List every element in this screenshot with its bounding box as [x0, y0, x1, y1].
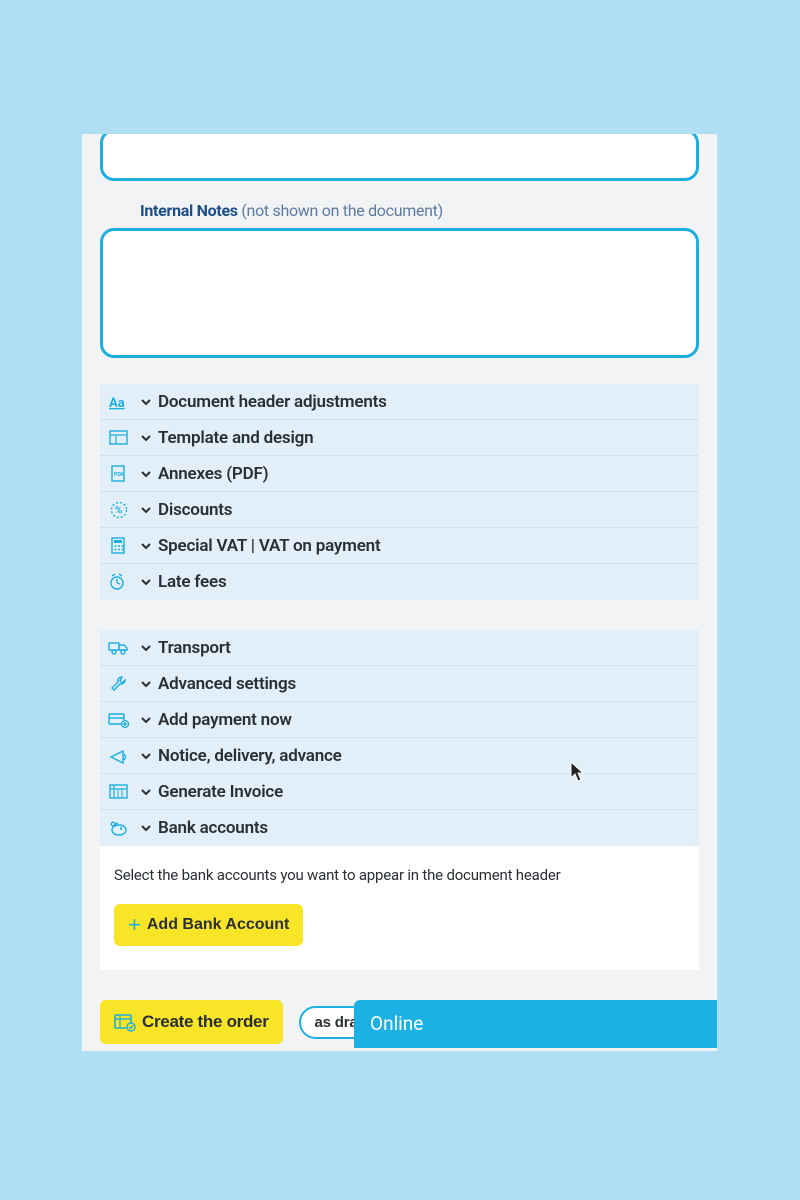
bank-accounts-hint: Select the bank accounts you want to app…: [114, 866, 685, 884]
chevron-down-icon: [134, 786, 158, 798]
chevron-down-icon: [134, 576, 158, 588]
create-order-label: Create the order: [142, 1012, 269, 1032]
order-icon: [114, 1012, 136, 1032]
accordion-row-add-payment-now[interactable]: Add payment now: [100, 702, 699, 738]
add-bank-account-button[interactable]: + Add Bank Account: [114, 904, 303, 946]
svg-text:Aa: Aa: [109, 396, 125, 411]
accordion-label: Add payment now: [158, 710, 292, 730]
chevron-down-icon: [134, 504, 158, 516]
bank-accounts-panel: Select the bank accounts you want to app…: [100, 846, 699, 970]
discount-icon: %: [104, 501, 134, 519]
bank-icon: [104, 819, 134, 837]
accordion-label: Late fees: [158, 572, 226, 592]
accordion-row-notice-delivery-advance[interactable]: Notice, delivery, advance: [100, 738, 699, 774]
accordion-label: Advanced settings: [158, 674, 296, 694]
online-banner[interactable]: Online: [354, 1000, 717, 1048]
create-order-button[interactable]: Create the order: [100, 1000, 283, 1044]
accordion-row-discounts[interactable]: % Discounts: [100, 492, 699, 528]
accordion-label: Special VAT | VAT on payment: [158, 536, 380, 556]
template-icon: [104, 429, 134, 447]
accordion-label: Annexes (PDF): [158, 464, 268, 484]
accordion-label: Template and design: [158, 428, 313, 448]
accordion-label: Transport: [158, 638, 231, 658]
chevron-down-icon: [134, 714, 158, 726]
accordion-label: Document header adjustments: [158, 392, 387, 412]
accordion-row-late-fees[interactable]: Late fees: [100, 564, 699, 600]
internal-notes-label: Internal Notes (not shown on the documen…: [140, 201, 699, 220]
pdf-icon: PDF: [104, 465, 134, 483]
chevron-down-icon: [134, 678, 158, 690]
Aa-icon: Aa: [104, 393, 134, 411]
plus-icon: +: [128, 914, 141, 936]
accordion-label: Generate Invoice: [158, 782, 283, 802]
chevron-down-icon: [134, 540, 158, 552]
accordion-label: Notice, delivery, advance: [158, 746, 342, 766]
latefee-icon: [104, 573, 134, 591]
chevron-down-icon: [134, 642, 158, 654]
chevron-down-icon: [134, 822, 158, 834]
add-bank-account-label: Add Bank Account: [147, 916, 290, 934]
transport-icon: [104, 639, 134, 657]
invoice-icon: [104, 783, 134, 801]
vat-icon: [104, 537, 134, 555]
internal-notes-label-text: Internal Notes: [140, 201, 238, 220]
wrench-icon: [104, 675, 134, 693]
accordion-row-document-header-adjustments[interactable]: Aa Document header adjustments: [100, 384, 699, 420]
accordion-label: Bank accounts: [158, 818, 268, 838]
chevron-down-icon: [134, 750, 158, 762]
accordion-row-template-and-design[interactable]: Template and design: [100, 420, 699, 456]
accordion-row-advanced-settings[interactable]: Advanced settings: [100, 666, 699, 702]
accordion-row-bank-accounts[interactable]: Bank accounts: [100, 810, 699, 846]
internal-notes-textarea[interactable]: [100, 228, 699, 358]
chevron-down-icon: [134, 432, 158, 444]
svg-text:%: %: [115, 505, 122, 516]
accordion-row-annexes-pdf[interactable]: PDF Annexes (PDF): [100, 456, 699, 492]
chevron-down-icon: [134, 468, 158, 480]
accordion-row-special-vat-vat-on-payment[interactable]: Special VAT | VAT on payment: [100, 528, 699, 564]
svg-text:PDF: PDF: [114, 472, 124, 478]
paynow-icon: [104, 711, 134, 729]
notice-icon: [104, 747, 134, 765]
chevron-down-icon: [134, 396, 158, 408]
internal-notes-hint: (not shown on the document): [241, 201, 443, 220]
accordion-row-generate-invoice[interactable]: Generate Invoice: [100, 774, 699, 810]
previous-field[interactable]: [100, 134, 699, 181]
online-label: Online: [370, 1012, 423, 1035]
accordion-label: Discounts: [158, 500, 232, 520]
accordion-row-transport[interactable]: Transport: [100, 630, 699, 666]
